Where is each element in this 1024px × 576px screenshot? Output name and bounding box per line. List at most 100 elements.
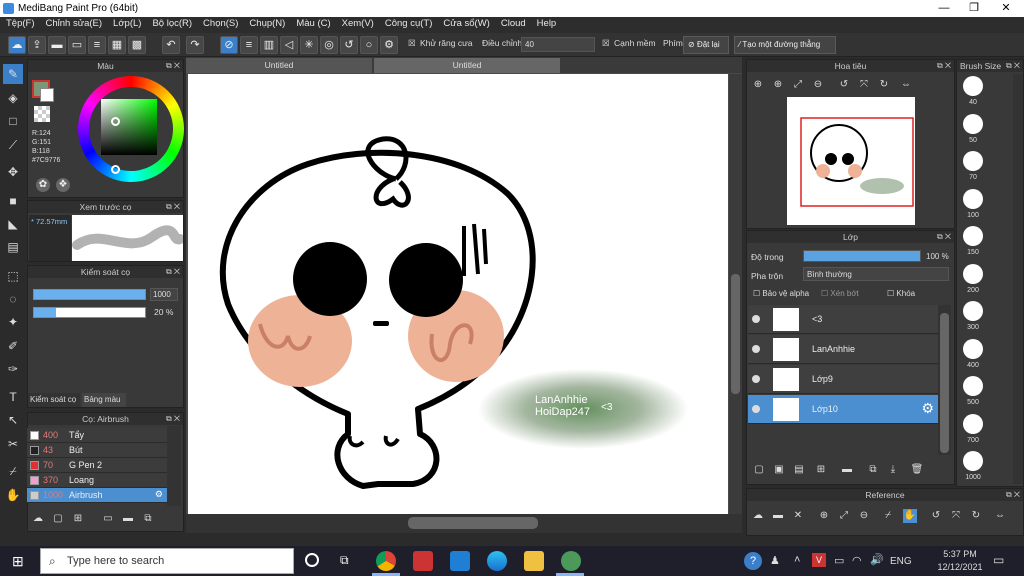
antialias-checkbox[interactable]: ☒ <box>408 38 416 49</box>
brush-size-preset[interactable]: 1000 <box>958 449 988 486</box>
grid-icon[interactable]: ▩ <box>128 36 146 54</box>
brush-list-scrollbar[interactable] <box>167 426 181 506</box>
volume-icon[interactable]: 🔊 <box>870 553 884 566</box>
people-tray-icon[interactable]: ♟ <box>770 554 780 567</box>
delete-layer-icon[interactable]: 🗑 <box>910 463 924 477</box>
notifications-icon[interactable]: ▭ <box>993 553 1004 567</box>
menu-file[interactable]: Tệp(F) <box>0 17 40 29</box>
brush-item[interactable]: 370 Loang <box>27 473 167 488</box>
layer-row[interactable]: LanAnhhie <box>748 335 938 364</box>
reset-view-icon[interactable]: ⤧ <box>857 78 871 92</box>
panel-controls-icon[interactable]: ⧉ ✕ <box>166 413 180 425</box>
new-halftone-layer-icon[interactable]: ▣ <box>772 463 786 477</box>
menu-window[interactable]: Cửa sổ(W) <box>437 17 494 29</box>
close-button[interactable]: ✕ <box>990 0 1022 17</box>
zoom-in-icon[interactable]: ⊕ <box>751 78 765 92</box>
share-icon[interactable]: ⇪ <box>28 36 46 54</box>
file-explorer-icon[interactable] <box>524 551 544 571</box>
help-tray-icon[interactable]: ? <box>744 552 762 570</box>
brush-size-slider[interactable] <box>33 289 146 300</box>
panel-controls-icon[interactable]: ⧉ ✕ <box>937 60 951 72</box>
bucket-tool-icon[interactable]: ◣ <box>3 214 23 234</box>
no-snap-icon[interactable]: ⊘ <box>220 36 238 54</box>
lasso-icon[interactable]: ◌ <box>3 289 23 309</box>
new-layer-icon[interactable]: ▢ <box>752 463 766 477</box>
brush-size-preset[interactable]: 700 <box>958 412 988 449</box>
menu-snap[interactable]: Chụp(N) <box>243 17 290 29</box>
clock-date[interactable]: 12/12/2021 <box>934 562 986 572</box>
ref-cloud-icon[interactable]: ☁ <box>751 509 765 523</box>
tab-brush-control[interactable]: Kiểm soát cọ <box>28 393 80 407</box>
background-color-swatch[interactable] <box>40 88 54 102</box>
flip-icon[interactable]: ⇔ <box>899 78 913 92</box>
page-icon[interactable]: ▭ <box>68 36 86 54</box>
clock-time[interactable]: 5:37 PM <box>938 549 982 559</box>
brush-item[interactable]: 70 G Pen 2 <box>27 458 167 473</box>
tray-app-icon[interactable]: V <box>812 553 826 567</box>
hscroll-thumb[interactable] <box>408 517 538 529</box>
windows-start-icon[interactable]: ⊞ <box>12 554 26 568</box>
visibility-icon[interactable] <box>752 405 760 413</box>
ref-reset-icon[interactable]: ⤧ <box>949 509 963 523</box>
ref-zoom-in-icon[interactable]: ⊕ <box>817 509 831 523</box>
fit-icon[interactable]: ⤢ <box>791 78 805 92</box>
vanish-snap-icon[interactable]: ◁ <box>280 36 298 54</box>
brush-size-preset[interactable]: 150 <box>958 224 988 261</box>
copy-brush-icon[interactable]: ▭ <box>101 512 115 526</box>
gear-icon[interactable]: ⚙ <box>155 489 163 500</box>
opacity-slider[interactable] <box>33 307 146 318</box>
minimize-button[interactable]: — <box>928 0 960 17</box>
ref-zoom-out-icon[interactable]: ⊖ <box>857 509 871 523</box>
visibility-icon[interactable] <box>752 375 760 383</box>
cloud-icon[interactable]: ☁ <box>8 36 26 54</box>
undo-icon[interactable]: ↶ <box>162 36 180 54</box>
transparent-swatch[interactable] <box>34 106 50 122</box>
ref-rotate-right-icon[interactable]: ↻ <box>969 509 983 523</box>
select-pen-icon[interactable]: ✐ <box>3 336 23 356</box>
blend-select[interactable]: Bình thường <box>803 267 949 281</box>
duplicate-layer-icon[interactable]: ⧉ <box>866 463 880 477</box>
taskbar-search[interactable]: ⌕ Type here to search <box>40 548 294 574</box>
panel-controls-icon[interactable]: ⧉ ✕ <box>166 201 180 213</box>
chrome-icon[interactable] <box>376 551 396 571</box>
hand-tool-icon[interactable]: ✋ <box>3 485 23 505</box>
brush-size-preset[interactable]: 400 <box>958 337 988 374</box>
layer-opacity-slider[interactable] <box>803 250 921 262</box>
panel-controls-icon[interactable]: ⧉ ✕ <box>1006 60 1020 72</box>
visibility-icon[interactable] <box>752 345 760 353</box>
task-view-icon[interactable]: ⧉ <box>340 553 356 567</box>
panel-controls-icon[interactable]: ⧉ ✕ <box>166 60 180 72</box>
layer-list-scrollbar[interactable] <box>938 305 951 455</box>
ref-eyedropper-icon[interactable]: ⌿ <box>881 509 895 523</box>
adjust-select[interactable]: 40 <box>521 37 595 52</box>
brush-item[interactable]: 400 Tẩy <box>27 428 167 443</box>
menu-tools[interactable]: Công cụ(T) <box>379 17 438 29</box>
menu-cloud[interactable]: Cloud <box>495 17 531 29</box>
tab-palette[interactable]: Bảng màu <box>82 393 126 407</box>
brush-size-preset[interactable]: 100 <box>958 187 988 224</box>
panel-controls-icon[interactable]: ⧉ ✕ <box>937 231 951 243</box>
menu-color[interactable]: Màu (C) <box>290 17 335 29</box>
layer-scroll-thumb[interactable] <box>940 313 949 453</box>
maximize-button[interactable]: ❐ <box>958 0 990 17</box>
ref-hand-icon[interactable]: ✋ <box>903 509 917 523</box>
new-8bit-layer-icon[interactable]: ▤ <box>792 463 806 477</box>
eraser-tool-icon[interactable]: ◈ <box>3 88 23 108</box>
select-rect-icon[interactable]: ⬚ <box>3 266 23 286</box>
cortana-icon[interactable] <box>305 553 319 567</box>
drawing-canvas[interactable]: LanAnhhie HoiDap247 <3 <box>188 74 728 514</box>
wifi-icon[interactable]: ◠ <box>852 554 862 567</box>
brush-size-preset[interactable]: 500 <box>958 374 988 411</box>
reset-button[interactable]: ⊘ Đặt lại <box>683 36 729 54</box>
brush-size-preset[interactable]: 200 <box>958 262 988 299</box>
select-eraser-icon[interactable]: ✑ <box>3 359 23 379</box>
canvas-horizontal-scrollbar[interactable] <box>186 514 742 533</box>
cloud-brush-icon[interactable]: ☁ <box>31 512 45 526</box>
comment-icon[interactable]: ▬ <box>48 36 66 54</box>
redo-icon[interactable]: ↷ <box>186 36 204 54</box>
divide-tool-icon[interactable]: ✂ <box>3 434 23 454</box>
gradient-tool-icon[interactable]: ▤ <box>3 237 23 257</box>
menu-edit[interactable]: Chỉnh sửa(E) <box>40 17 108 29</box>
text-tool-icon[interactable]: T <box>3 387 23 407</box>
color-history-icon[interactable]: ❖ <box>56 178 70 192</box>
